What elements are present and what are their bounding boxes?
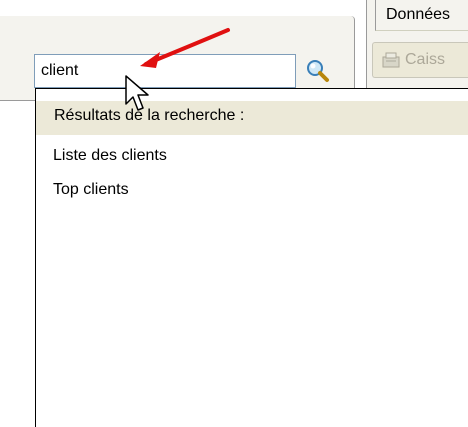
tab-donnees[interactable]: Données	[375, 0, 468, 31]
caisse-button[interactable]: Caiss	[372, 42, 468, 78]
magnifier-icon[interactable]	[303, 57, 333, 85]
cropped-text-fragment: · · · · · · · · · · · · · · · ·	[30, 0, 213, 8]
search-results-header: Résultats de la recherche :	[36, 101, 468, 135]
caisse-button-label: Caiss	[405, 51, 446, 68]
search-results-dropdown: Résultats de la recherche : Liste des cl…	[35, 88, 468, 427]
annotation-arrow	[140, 28, 230, 68]
tab-donnees-label: Données	[386, 6, 451, 23]
result-item-top-clients[interactable]: Top clients	[53, 181, 129, 199]
cash-register-icon	[381, 51, 401, 69]
result-item-liste-des-clients[interactable]: Liste des clients	[53, 147, 167, 165]
mouse-pointer-icon	[125, 75, 149, 111]
